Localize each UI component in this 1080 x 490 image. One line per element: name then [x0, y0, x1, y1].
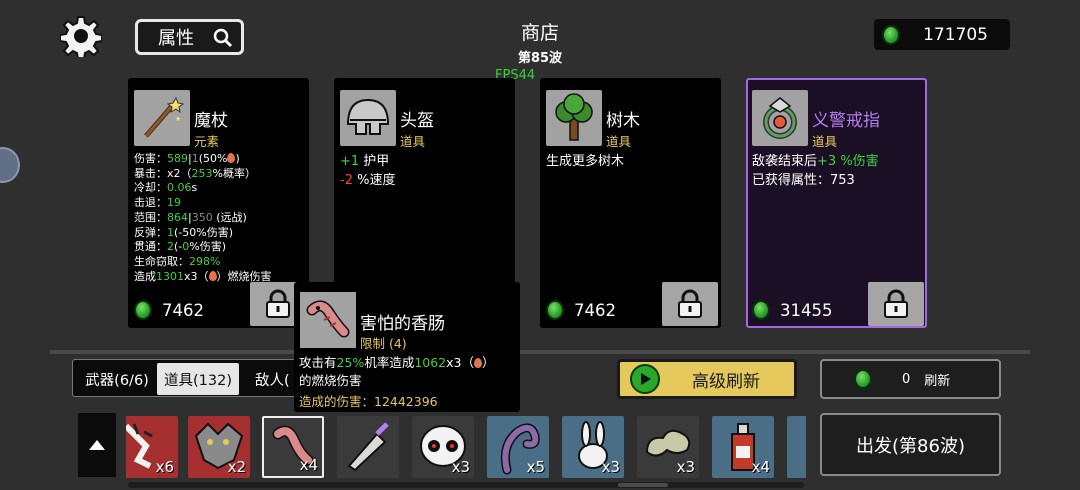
coin-icon: [134, 300, 152, 320]
advanced-refresh-label: 高级刷新: [692, 371, 760, 392]
inventory-bar: x6 x2 x4 x3 x5 x3 x3 x4: [126, 413, 806, 479]
inventory-slot-selected[interactable]: x4: [262, 416, 324, 478]
item-tooltip: 害怕的香肠 限制 (4) 攻击有25%机率造成1062x3（） 的燃烧伤害 造成…: [294, 282, 520, 412]
coin-icon: [854, 369, 872, 389]
inventory-slot[interactable]: x3: [637, 416, 699, 478]
play-icon: [630, 364, 660, 394]
expand-inventory-button[interactable]: [78, 413, 116, 477]
wand-icon: [134, 90, 190, 146]
tooltip-damage: 造成的伤害：12442396: [299, 394, 438, 409]
card-price: 31455: [752, 300, 833, 320]
card-name: 树木: [606, 111, 640, 131]
card-stats: 敌袭结束后+3 %伤害 已获得属性：753: [752, 152, 879, 190]
lock-icon: [678, 289, 702, 318]
lock-icon: [266, 289, 290, 318]
card-stats: +1 护甲 -2 %速度: [340, 152, 395, 190]
inventory-slot[interactable]: x3: [412, 416, 474, 478]
card-type: 道具: [400, 134, 426, 149]
inventory-slot[interactable]: x2: [188, 416, 250, 478]
refresh-label: 刷新: [924, 373, 951, 389]
card-name: 头盔: [400, 111, 434, 131]
lock-button[interactable]: [868, 282, 924, 326]
card-type: 道具: [812, 134, 838, 149]
settings-gear-icon[interactable]: [59, 15, 103, 60]
inventory-slot[interactable]: x6: [126, 416, 178, 478]
stat-bounce: 反弹：1(-50%伤害): [134, 225, 234, 239]
stat-damage: 伤害：589|1(50%): [134, 152, 240, 165]
card-stats: 生成更多树木: [546, 152, 624, 171]
side-bubble-icon[interactable]: [0, 147, 20, 183]
refresh-cost: 0: [902, 371, 911, 387]
tab-weapons[interactable]: 武器(6/6): [77, 363, 157, 395]
start-wave-button[interactable]: 出发(第86波): [820, 413, 1001, 476]
coin-icon: [882, 24, 900, 45]
lock-button[interactable]: [662, 282, 718, 326]
advanced-refresh-button[interactable]: 高级刷新: [617, 359, 797, 399]
money-value: 171705: [923, 24, 988, 45]
stat-desc: 生成更多树木: [546, 154, 625, 169]
attributes-button[interactable]: 属性: [135, 19, 244, 55]
ring-icon: [752, 90, 808, 146]
shop-card-wand[interactable]: 魔杖 元素 伤害：589|1(50%) 暴击：x2（253%概率） 冷却：0.0…: [128, 78, 309, 328]
tooltip-name: 害怕的香肠: [360, 314, 445, 334]
stat-pierce: 贯通：2(-0%伤害): [134, 240, 227, 254]
lock-icon: [884, 289, 908, 318]
sausage-icon: [300, 292, 356, 348]
stat-bonus: 敌袭结束后+3 %伤害: [752, 154, 879, 169]
arrow-up-icon: [89, 440, 105, 450]
tab-items[interactable]: 道具(132): [157, 363, 239, 395]
scrollbar-thumb[interactable]: [618, 483, 668, 487]
category-tabs: 武器(6/6) 道具(132) 敌人(: [72, 359, 312, 397]
divider: [50, 350, 1030, 354]
shop-card-vigilante-ring[interactable]: 义警戒指 道具 敌袭结束后+3 %伤害 已获得属性：753 31455: [746, 78, 927, 328]
card-stats: 伤害：589|1(50%) 暴击：x2（253%概率） 冷却：0.06s 击退：…: [134, 152, 272, 284]
inventory-slot[interactable]: x5: [487, 416, 549, 478]
stat-range: 范围：864|350 (远战): [134, 210, 247, 224]
shop-title: 商店: [520, 22, 559, 44]
tooltip-desc: 攻击有25%机率造成1062x3（） 的燃烧伤害: [299, 355, 495, 388]
shop-card-tree[interactable]: 树木 道具 生成更多树木 7462: [540, 78, 721, 328]
wave-label: 第85波: [517, 51, 563, 66]
shop-title-block: 商店 第85波: [470, 18, 610, 66]
refresh-button[interactable]: 0 刷新: [820, 359, 1001, 399]
stat-cooldown: 冷却：0.06s: [134, 181, 198, 195]
helmet-icon: [340, 90, 396, 146]
card-type: 道具: [606, 134, 632, 149]
stat-knockback: 击退：19: [134, 196, 181, 210]
inventory-slot[interactable]: [787, 416, 806, 478]
stat-armor: +1 护甲: [340, 154, 390, 169]
card-price: 7462: [134, 300, 204, 320]
card-type: 元素: [194, 134, 220, 149]
stat-crit: 暴击：x2（253%概率）: [134, 166, 256, 180]
stat-speed: -2 %速度: [340, 173, 396, 188]
inventory-slot[interactable]: [337, 416, 399, 478]
money-display: 171705: [874, 19, 1010, 50]
card-name: 魔杖: [194, 111, 228, 131]
tooltip-type: 限制 (4): [360, 336, 407, 351]
card-name: 义警戒指: [812, 111, 880, 131]
tree-icon: [546, 90, 602, 146]
card-price: 7462: [546, 300, 616, 320]
attributes-label: 属性: [158, 28, 194, 49]
coin-icon: [752, 300, 770, 320]
coin-icon: [546, 300, 564, 320]
stat-lifesteal: 生命窃取：298%: [134, 254, 221, 268]
syringe-icon: [347, 422, 389, 472]
inventory-slot[interactable]: x4: [712, 416, 774, 478]
inventory-slot[interactable]: x3: [562, 416, 624, 478]
stat-gained: 已获得属性：753: [752, 173, 855, 188]
search-icon: [213, 28, 233, 48]
inventory-scrollbar[interactable]: [128, 482, 804, 488]
